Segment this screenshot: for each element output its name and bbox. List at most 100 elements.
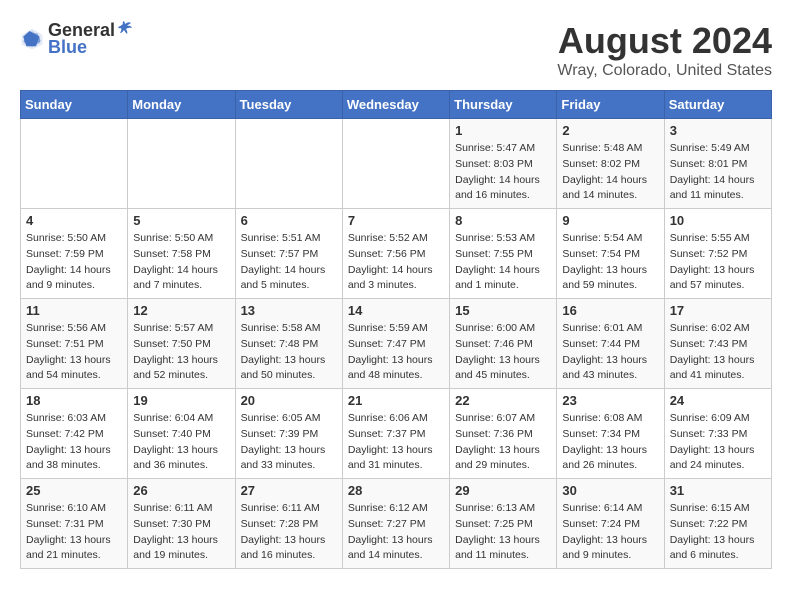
logo: General Blue <box>20 20 133 58</box>
day-cell-22: 22 Sunrise: 6:07 AM Sunset: 7:36 PM Dayli… <box>450 389 557 479</box>
day-cell-19: 19Sunrise: 6:04 AM Sunset: 7:40 PM Dayli… <box>128 389 235 479</box>
day-info: Sunrise: 5:57 AM Sunset: 7:50 PM Dayligh… <box>133 321 229 384</box>
day-cell-21: 21Sunrise: 6:06 AM Sunset: 7:37 PM Dayli… <box>342 389 449 479</box>
day-cell-31: 31Sunrise: 6:15 AM Sunset: 7:22 PM Dayli… <box>664 479 771 569</box>
day-cell-20: 20Sunrise: 6:05 AM Sunset: 7:39 PM Dayli… <box>235 389 342 479</box>
day-number: 14 <box>348 303 444 318</box>
day-number: 16 <box>562 303 658 318</box>
day-cell-empty <box>342 119 449 209</box>
day-info: Sunrise: 5:54 AM Sunset: 7:54 PM Dayligh… <box>562 231 658 294</box>
header: General Blue August 2024 Wray, Colorado,… <box>20 20 772 80</box>
day-info: Sunrise: 6:13 AM Sunset: 7:25 PM Dayligh… <box>455 501 551 564</box>
day-header-wednesday: Wednesday <box>342 91 449 119</box>
day-info: Sunrise: 6:11 AM Sunset: 7:28 PM Dayligh… <box>241 501 337 564</box>
header-row: SundayMondayTuesdayWednesdayThursdayFrid… <box>21 91 772 119</box>
day-number: 26 <box>133 483 229 498</box>
day-cell-7: 7 Sunrise: 5:52 AM Sunset: 7:56 PM Daylig… <box>342 209 449 299</box>
day-info: Sunrise: 6:02 AM Sunset: 7:43 PM Dayligh… <box>670 321 766 384</box>
day-cell-26: 26Sunrise: 6:11 AM Sunset: 7:30 PM Dayli… <box>128 479 235 569</box>
day-header-friday: Friday <box>557 91 664 119</box>
day-info: Sunrise: 5:50 AM Sunset: 7:58 PM Dayligh… <box>133 231 229 294</box>
day-info: Sunrise: 5:53 AM Sunset: 7:55 PM Dayligh… <box>455 231 551 294</box>
day-cell-27: 27 Sunrise: 6:11 AM Sunset: 7:28 PM Dayli… <box>235 479 342 569</box>
day-info: Sunrise: 6:15 AM Sunset: 7:22 PM Dayligh… <box>670 501 766 564</box>
day-cell-8: 8 Sunrise: 5:53 AM Sunset: 7:55 PM Daylig… <box>450 209 557 299</box>
day-number: 1 <box>455 123 551 138</box>
day-number: 25 <box>26 483 122 498</box>
day-cell-28: 28Sunrise: 6:12 AM Sunset: 7:27 PM Dayli… <box>342 479 449 569</box>
day-cell-2: 2Sunrise: 5:48 AM Sunset: 8:02 PM Daylig… <box>557 119 664 209</box>
day-cell-25: 25Sunrise: 6:10 AM Sunset: 7:31 PM Dayli… <box>21 479 128 569</box>
day-info: Sunrise: 5:51 AM Sunset: 7:57 PM Dayligh… <box>241 231 337 294</box>
day-info: Sunrise: 6:03 AM Sunset: 7:42 PM Dayligh… <box>26 411 122 474</box>
title-area: August 2024 Wray, Colorado, United State… <box>557 20 772 80</box>
subtitle: Wray, Colorado, United States <box>557 62 772 80</box>
day-info: Sunrise: 5:55 AM Sunset: 7:52 PM Dayligh… <box>670 231 766 294</box>
day-info: Sunrise: 6:08 AM Sunset: 7:34 PM Dayligh… <box>562 411 658 474</box>
logo-bird-icon <box>117 20 133 36</box>
day-info: Sunrise: 6:14 AM Sunset: 7:24 PM Dayligh… <box>562 501 658 564</box>
day-cell-5: 5 Sunrise: 5:50 AM Sunset: 7:58 PM Daylig… <box>128 209 235 299</box>
calendar-table: SundayMondayTuesdayWednesdayThursdayFrid… <box>20 90 772 569</box>
day-header-thursday: Thursday <box>450 91 557 119</box>
day-number: 23 <box>562 393 658 408</box>
day-number: 29 <box>455 483 551 498</box>
day-number: 30 <box>562 483 658 498</box>
day-number: 7 <box>348 213 444 228</box>
day-number: 20 <box>241 393 337 408</box>
day-cell-30: 30 Sunrise: 6:14 AM Sunset: 7:24 PM Dayli… <box>557 479 664 569</box>
day-cell-empty <box>128 119 235 209</box>
day-info: Sunrise: 5:48 AM Sunset: 8:02 PM Dayligh… <box>562 141 658 204</box>
day-cell-empty <box>235 119 342 209</box>
day-cell-18: 18 Sunrise: 6:03 AM Sunset: 7:42 PM Dayli… <box>21 389 128 479</box>
day-header-tuesday: Tuesday <box>235 91 342 119</box>
day-cell-29: 29 Sunrise: 6:13 AM Sunset: 7:25 PM Dayli… <box>450 479 557 569</box>
day-cell-11: 11 Sunrise: 5:56 AM Sunset: 7:51 PM Dayli… <box>21 299 128 389</box>
day-info: Sunrise: 5:56 AM Sunset: 7:51 PM Dayligh… <box>26 321 122 384</box>
day-header-monday: Monday <box>128 91 235 119</box>
day-cell-16: 16Sunrise: 6:01 AM Sunset: 7:44 PM Dayli… <box>557 299 664 389</box>
day-cell-1: 1 Sunrise: 5:47 AM Sunset: 8:03 PM Daylig… <box>450 119 557 209</box>
day-number: 18 <box>26 393 122 408</box>
day-info: Sunrise: 5:47 AM Sunset: 8:03 PM Dayligh… <box>455 141 551 204</box>
day-info: Sunrise: 6:04 AM Sunset: 7:40 PM Dayligh… <box>133 411 229 474</box>
day-cell-13: 13 Sunrise: 5:58 AM Sunset: 7:48 PM Dayli… <box>235 299 342 389</box>
day-cell-12: 12 Sunrise: 5:57 AM Sunset: 7:50 PM Dayli… <box>128 299 235 389</box>
day-cell-23: 23 Sunrise: 6:08 AM Sunset: 7:34 PM Dayli… <box>557 389 664 479</box>
day-number: 8 <box>455 213 551 228</box>
day-info: Sunrise: 5:59 AM Sunset: 7:47 PM Dayligh… <box>348 321 444 384</box>
day-cell-10: 10 Sunrise: 5:55 AM Sunset: 7:52 PM Dayli… <box>664 209 771 299</box>
day-number: 27 <box>241 483 337 498</box>
day-number: 4 <box>26 213 122 228</box>
day-number: 10 <box>670 213 766 228</box>
day-number: 22 <box>455 393 551 408</box>
day-number: 3 <box>670 123 766 138</box>
day-number: 12 <box>133 303 229 318</box>
day-number: 17 <box>670 303 766 318</box>
day-header-sunday: Sunday <box>21 91 128 119</box>
day-info: Sunrise: 5:58 AM Sunset: 7:48 PM Dayligh… <box>241 321 337 384</box>
day-number: 15 <box>455 303 551 318</box>
main-title: August 2024 <box>557 20 772 62</box>
day-header-saturday: Saturday <box>664 91 771 119</box>
day-info: Sunrise: 5:50 AM Sunset: 7:59 PM Dayligh… <box>26 231 122 294</box>
day-cell-24: 24 Sunrise: 6:09 AM Sunset: 7:33 PM Dayli… <box>664 389 771 479</box>
day-cell-3: 3 Sunrise: 5:49 AM Sunset: 8:01 PM Daylig… <box>664 119 771 209</box>
week-row-1: 1 Sunrise: 5:47 AM Sunset: 8:03 PM Daylig… <box>21 119 772 209</box>
day-info: Sunrise: 5:52 AM Sunset: 7:56 PM Dayligh… <box>348 231 444 294</box>
day-number: 28 <box>348 483 444 498</box>
day-number: 9 <box>562 213 658 228</box>
week-row-2: 4 Sunrise: 5:50 AM Sunset: 7:59 PM Daylig… <box>21 209 772 299</box>
day-info: Sunrise: 6:09 AM Sunset: 7:33 PM Dayligh… <box>670 411 766 474</box>
day-number: 24 <box>670 393 766 408</box>
day-info: Sunrise: 5:49 AM Sunset: 8:01 PM Dayligh… <box>670 141 766 204</box>
day-number: 11 <box>26 303 122 318</box>
day-cell-empty <box>21 119 128 209</box>
day-cell-14: 14 Sunrise: 5:59 AM Sunset: 7:47 PM Dayli… <box>342 299 449 389</box>
day-number: 13 <box>241 303 337 318</box>
day-info: Sunrise: 6:07 AM Sunset: 7:36 PM Dayligh… <box>455 411 551 474</box>
week-row-3: 11 Sunrise: 5:56 AM Sunset: 7:51 PM Dayli… <box>21 299 772 389</box>
day-cell-6: 6Sunrise: 5:51 AM Sunset: 7:57 PM Daylig… <box>235 209 342 299</box>
day-number: 5 <box>133 213 229 228</box>
day-cell-9: 9 Sunrise: 5:54 AM Sunset: 7:54 PM Daylig… <box>557 209 664 299</box>
